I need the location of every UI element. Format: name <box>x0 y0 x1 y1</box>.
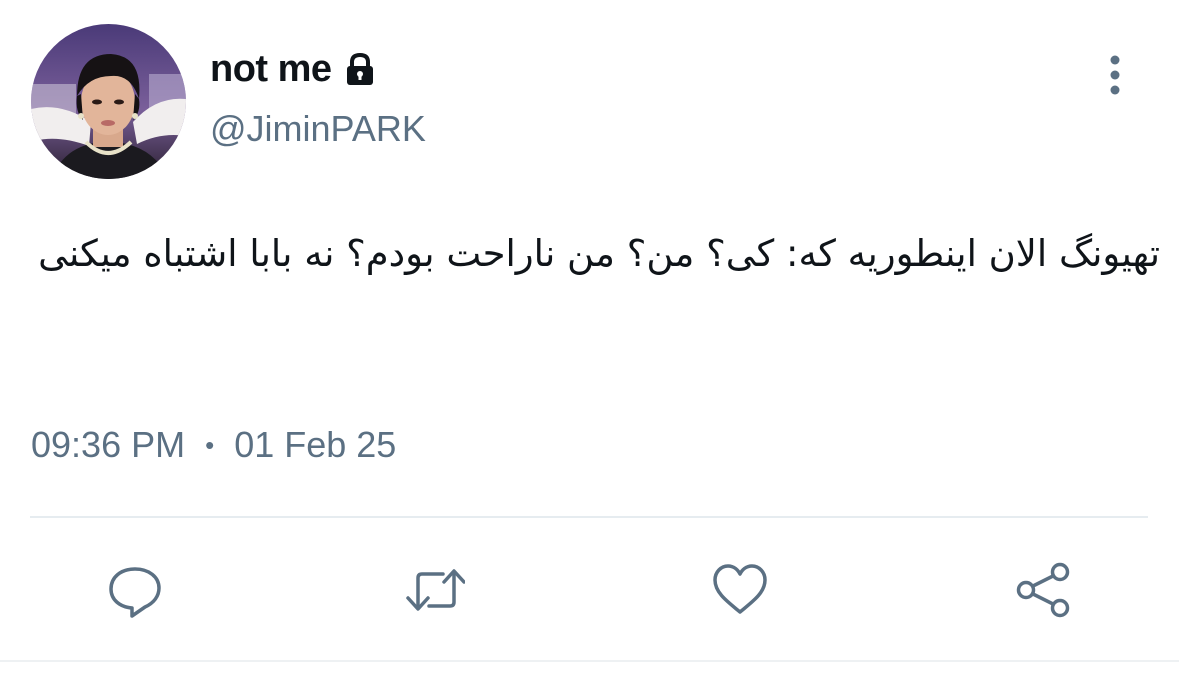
bottom-divider <box>0 660 1179 662</box>
share-icon <box>1016 562 1070 618</box>
reply-button[interactable] <box>105 560 165 620</box>
like-button[interactable] <box>710 560 770 620</box>
display-name[interactable]: not me <box>210 48 332 91</box>
retweet-button[interactable] <box>405 560 465 620</box>
user-name-row[interactable]: not me <box>210 44 378 94</box>
retweet-icon <box>406 569 465 611</box>
user-handle[interactable]: @JiminPARK <box>210 108 426 150</box>
lock-icon <box>342 51 378 87</box>
like-icon <box>713 564 767 614</box>
more-vertical-icon[interactable] <box>1100 54 1130 98</box>
tweet-date: 01 Feb 25 <box>234 424 397 465</box>
share-button[interactable] <box>1013 560 1073 620</box>
divider <box>30 516 1148 518</box>
tweet-text: تهیونگ الان اینطوریه که: کی؟ من؟ من نارا… <box>38 232 1160 275</box>
avatar[interactable] <box>31 24 186 179</box>
reply-icon <box>109 567 161 618</box>
tweet-time: 09:36 PM <box>31 424 186 465</box>
tweet-timestamp[interactable]: 09:36 PM • 01 Feb 25 <box>31 424 396 466</box>
tweet-card: not me @JiminPARK تهیونگ الان اینطوریه ک… <box>0 0 1179 681</box>
meta-separator: • <box>205 429 215 460</box>
